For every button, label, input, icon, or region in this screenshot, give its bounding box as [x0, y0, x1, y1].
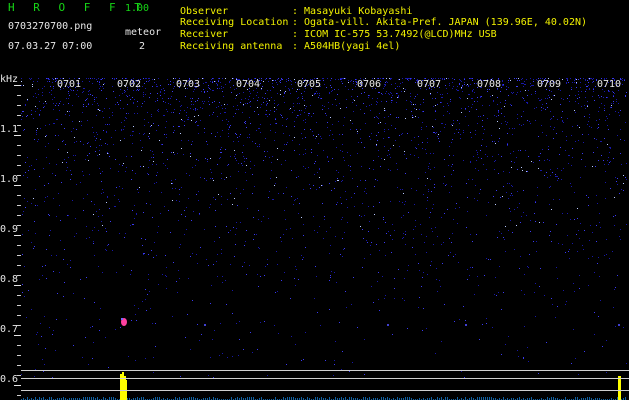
- y-axis-tick: [17, 165, 21, 166]
- signal-dot: [387, 324, 389, 326]
- minute-label: 0710: [597, 79, 622, 90]
- y-axis-tick: [17, 325, 21, 326]
- level-reference-line: [21, 390, 629, 391]
- receiver-value: : ICOM IC-575 53.7492(@LCD)MHz USB: [292, 29, 497, 40]
- observer-value: : Masayuki Kobayashi: [292, 6, 413, 17]
- signal-dot: [465, 324, 467, 326]
- y-axis-tick: [17, 345, 21, 346]
- y-label-0-9: 0.9: [0, 224, 19, 235]
- y-axis-tick: [17, 295, 21, 296]
- signal-dot: [618, 324, 620, 326]
- y-label-1-1: 1.1: [0, 124, 19, 135]
- y-axis-tick: [17, 215, 21, 216]
- minute-label: 0707: [417, 79, 442, 90]
- minute-label: 0703: [176, 79, 201, 90]
- level-reference-line: [21, 378, 629, 379]
- y-axis-tick: [17, 145, 21, 146]
- y-axis-tick: [17, 395, 21, 396]
- y-axis-tick: [17, 125, 21, 126]
- receiver-label: Receiver: [180, 29, 229, 40]
- location-value: : Ogata-vill. Akita-Pref. JAPAN (139.96E…: [292, 17, 588, 28]
- y-label-0-6: 0.6: [0, 374, 19, 385]
- meteor-echo: [121, 318, 123, 320]
- minute-label: 0701: [57, 79, 82, 90]
- y-axis-tick: [17, 265, 21, 266]
- minute-label: 0705: [297, 79, 322, 90]
- y-axis-tick: [17, 205, 21, 206]
- y-axis-tick: [14, 285, 21, 286]
- y-axis-tick: [14, 385, 21, 386]
- signal-dot: [204, 324, 206, 326]
- minute-label: 0702: [117, 79, 142, 90]
- y-axis-tick: [14, 235, 21, 236]
- y-axis-tick: [17, 105, 21, 106]
- date-time: 07.03.27 07:00: [8, 41, 93, 52]
- y-label-0-7: 0.7: [0, 324, 19, 335]
- minute-label: 0706: [357, 79, 382, 90]
- y-axis-tick: [17, 155, 21, 156]
- location-label: Receiving Location: [180, 17, 289, 28]
- y-axis-tick: [17, 115, 21, 116]
- y-axis-tick: [17, 245, 21, 246]
- y-axis-tick: [17, 365, 21, 366]
- y-axis-tick: [17, 95, 21, 96]
- meteor-label: meteor: [125, 27, 162, 38]
- header-panel: H R O F F T 1.00 0703270700.png meteor 0…: [0, 0, 629, 78]
- file-name: 0703270700.png: [8, 21, 93, 32]
- y-axis-tick: [14, 135, 21, 136]
- y-axis-tick: [14, 335, 21, 336]
- antenna-value: : A504HB(yagi 4el): [292, 41, 401, 52]
- meteor-level-bar: [618, 376, 621, 400]
- y-axis-tick: [17, 195, 21, 196]
- y-axis-tick: [17, 255, 21, 256]
- antenna-label: Receiving antenna: [180, 41, 283, 52]
- y-axis-tick: [17, 305, 21, 306]
- level-reference-line: [21, 370, 629, 371]
- y-axis-tick: [17, 175, 21, 176]
- y-axis-tick: [17, 225, 21, 226]
- minute-label: 0704: [236, 79, 261, 90]
- minute-label: 0708: [477, 79, 502, 90]
- app-version: 1.00: [125, 3, 150, 14]
- y-axis-tick: [14, 185, 21, 186]
- y-axis-unit: kHz: [0, 74, 19, 85]
- y-label-0-8: 0.8: [0, 274, 19, 285]
- y-axis-tick: [17, 355, 21, 356]
- y-label-1-0: 1.0: [0, 174, 19, 185]
- y-axis-tick: [17, 275, 21, 276]
- minute-label: 0709: [537, 79, 562, 90]
- spectrogram: [21, 78, 629, 400]
- observer-label: Observer: [180, 6, 229, 17]
- meteor-level-bar: [120, 372, 127, 400]
- spectrogram-canvas: [21, 78, 629, 400]
- y-axis-tick: [14, 85, 21, 86]
- y-axis-tick: [17, 375, 21, 376]
- meteor-count: 2: [139, 41, 146, 52]
- y-axis-tick: [17, 315, 21, 316]
